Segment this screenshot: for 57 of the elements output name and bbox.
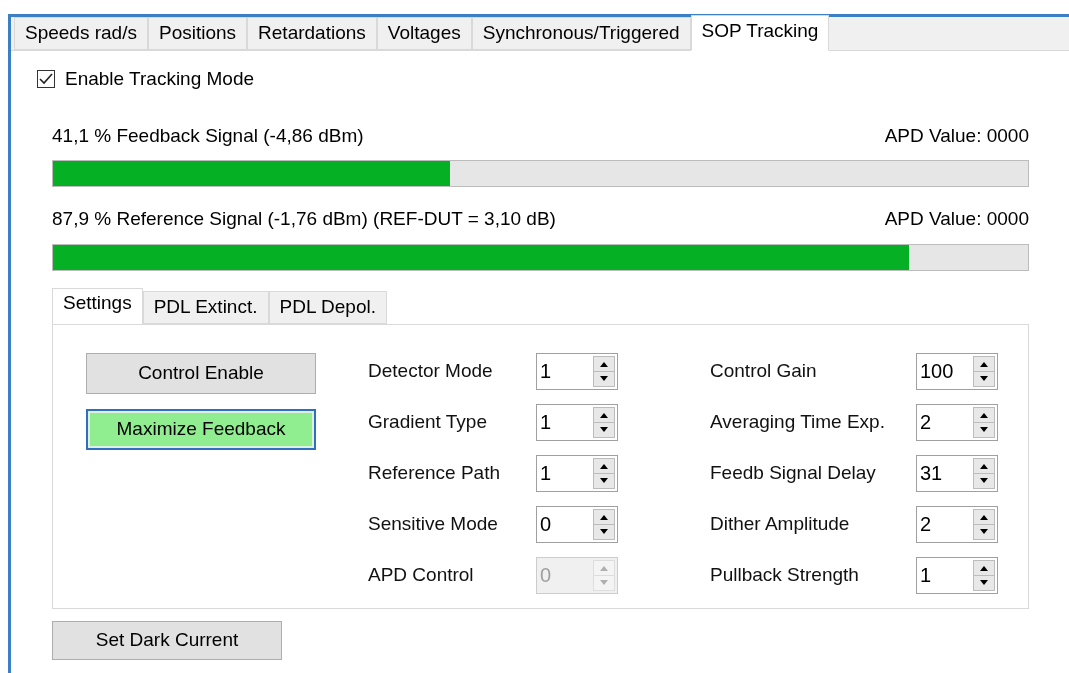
checkmark-icon bbox=[39, 73, 53, 86]
up-down-arrows-icon[interactable] bbox=[973, 508, 995, 540]
up-down-arrows-icon[interactable] bbox=[973, 559, 995, 591]
up-down-arrows-icon[interactable] bbox=[593, 508, 615, 540]
field-label: Pullback Strength bbox=[710, 562, 860, 587]
field-label: Averaging Time Exp. bbox=[710, 409, 886, 434]
number-spinner[interactable]: 2 bbox=[916, 505, 998, 543]
field-label: APD Control bbox=[368, 562, 475, 587]
signal-label: 87,9 % Reference Signal (-1,76 dBm) (REF-DUT = 3,10 dB) bbox=[52, 207, 556, 231]
up-down-arrows-icon[interactable] bbox=[973, 355, 995, 387]
number-spinner[interactable]: 1 bbox=[916, 556, 998, 594]
tab[interactable]: Speeds rad/s bbox=[14, 17, 148, 50]
apd-value: APD Value: 0000 bbox=[884, 123, 1029, 148]
action-button[interactable]: Control Enable bbox=[86, 352, 316, 394]
field-label: Dither Amplitude bbox=[710, 511, 851, 536]
tab[interactable]: Retardations bbox=[247, 17, 377, 50]
spinner-value: 1 bbox=[920, 565, 933, 585]
spinner-value: 100 bbox=[920, 361, 955, 381]
field-label: Sensitive Mode bbox=[368, 511, 499, 536]
action-button[interactable]: Maximize Feedback bbox=[86, 408, 316, 450]
spinner-value: 31 bbox=[920, 463, 944, 483]
tab[interactable]: Synchronous/Triggered bbox=[471, 17, 691, 50]
field-label: Control Gain bbox=[710, 358, 818, 383]
spinner-value: 2 bbox=[920, 514, 933, 534]
apd-value: APD Value: 0000 bbox=[884, 207, 1029, 231]
spinner-value: 1 bbox=[540, 361, 553, 381]
up-down-arrows-icon[interactable] bbox=[973, 406, 995, 438]
number-spinner[interactable]: 1 bbox=[536, 352, 618, 390]
spinner-value: 1 bbox=[540, 463, 553, 483]
checkbox[interactable] bbox=[37, 70, 55, 89]
number-spinner[interactable]: 100 bbox=[916, 352, 998, 390]
field-label: Reference Path bbox=[368, 460, 502, 485]
spinner-value: 0 bbox=[540, 565, 553, 585]
field-label: Gradient Type bbox=[368, 409, 488, 434]
set-dark-current-button[interactable]: Set Dark Current bbox=[52, 620, 282, 660]
spinner-value: 0 bbox=[540, 514, 553, 534]
number-spinner[interactable]: 1 bbox=[536, 454, 618, 492]
up-down-arrows-icon[interactable] bbox=[593, 406, 615, 438]
signal-label: 41,1 % Feedback Signal (-4,86 dBm) bbox=[52, 123, 364, 148]
tab[interactable]: Positions bbox=[147, 17, 248, 50]
tab[interactable]: PDL Extinct. bbox=[142, 290, 269, 324]
up-down-arrows-icon[interactable] bbox=[593, 355, 615, 387]
spinner-value: 2 bbox=[920, 412, 933, 432]
field-label: Detector Mode bbox=[368, 358, 494, 383]
up-down-arrows-icon[interactable] bbox=[973, 457, 995, 489]
checkbox-label: Enable Tracking Mode bbox=[65, 67, 255, 91]
spinner-value: 1 bbox=[540, 412, 553, 432]
tab[interactable]: SOP Tracking bbox=[690, 15, 830, 51]
tab[interactable]: PDL Depol. bbox=[268, 290, 387, 324]
tab[interactable]: Voltages bbox=[376, 17, 472, 50]
number-spinner[interactable]: 0 bbox=[536, 505, 618, 543]
number-spinner[interactable]: 1 bbox=[536, 403, 618, 441]
number-spinner[interactable]: 31 bbox=[916, 454, 998, 492]
field-label: Feedb Signal Delay bbox=[710, 460, 877, 485]
number-spinner[interactable]: 2 bbox=[916, 403, 998, 441]
up-down-arrows-icon[interactable] bbox=[593, 457, 615, 489]
tab[interactable]: Settings bbox=[52, 287, 143, 325]
